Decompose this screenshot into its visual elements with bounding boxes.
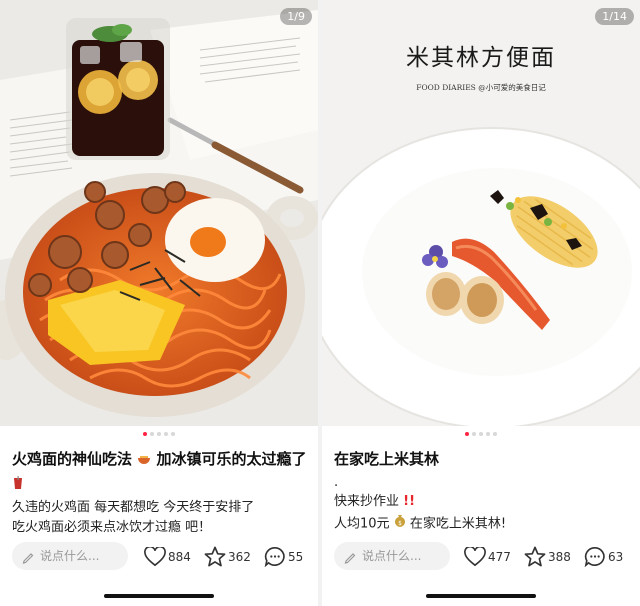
post-card-2: 米其林方便面 FOOD DIARIES @小可爱的美食日记 1/14 在家吃上米… <box>322 0 640 606</box>
post-image-2[interactable]: 米其林方便面 FOOD DIARIES @小可爱的美食日记 1/14 <box>322 0 640 426</box>
comment-input[interactable]: 说点什么... <box>12 542 128 570</box>
post-footer: 说点什么... 477 388 63 <box>322 536 640 576</box>
post-title: 在家吃上米其林 <box>334 450 440 468</box>
carousel-dot <box>486 432 490 436</box>
drink-cup-icon <box>12 476 24 498</box>
post-body-line-1: 久违的火鸡面 每天都想吃 今天终于安排了 <box>12 499 255 515</box>
pencil-icon <box>22 542 34 580</box>
image-subtitle: FOOD DIARIES @小可爱的美食日记 <box>416 83 546 92</box>
comment-count: 63 <box>608 549 624 564</box>
like-count: 477 <box>488 549 511 564</box>
collect-button[interactable]: 362 <box>204 544 251 569</box>
carousel-dot <box>157 432 161 436</box>
heart-icon <box>144 545 166 566</box>
noodle-bowl-icon <box>137 451 151 469</box>
money-bag-icon: $ <box>394 513 406 535</box>
like-count: 884 <box>168 549 191 564</box>
collect-count: 362 <box>228 549 251 564</box>
post-body: . 快来抄作业 !! 人均10元 $ 在家吃上米其林! <box>334 474 506 536</box>
post-body-line-4: 在家吃上米其林! <box>409 516 507 532</box>
carousel-dot-active <box>465 432 469 436</box>
comment-button[interactable]: 55 <box>264 544 303 569</box>
pencil-icon <box>344 542 356 580</box>
post-title-suffix: 加冰镇可乐的太过瘾了 <box>156 450 307 468</box>
image-counter: 1/14 <box>595 8 634 25</box>
post-title: 火鸡面的神仙吃法 加冰镇可乐的太过瘾了 <box>12 448 307 469</box>
fire-noodle-photo <box>0 0 318 426</box>
image-counter: 1/9 <box>280 8 312 25</box>
post-title-text: 火鸡面的神仙吃法 <box>12 450 133 468</box>
post-body: 久违的火鸡面 每天都想吃 今天终于安排了 吃火鸡面必须来点冰饮才过瘾 吧！ <box>12 476 254 539</box>
like-button[interactable]: 884 <box>144 544 191 569</box>
comment-input[interactable]: 说点什么... <box>334 542 450 570</box>
chat-bubble-icon <box>584 547 605 568</box>
carousel-dot <box>493 432 497 436</box>
double-exclamation-icon: !! <box>403 494 416 509</box>
like-button[interactable]: 477 <box>464 544 511 569</box>
home-indicator <box>426 594 536 598</box>
post-body-line-2: 快来抄作业 <box>334 494 400 509</box>
heart-icon <box>464 545 486 566</box>
post-card-1: 1/9 火鸡面的神仙吃法 加冰镇可乐的太过瘾了 久违的火鸡面 每天都想吃 今天终… <box>0 0 318 606</box>
post-footer: 说点什么... 884 362 55 <box>0 536 318 576</box>
svg-text:$: $ <box>398 520 402 527</box>
home-indicator <box>104 594 214 598</box>
comment-button[interactable]: 63 <box>584 544 623 569</box>
post-image-1[interactable]: 1/9 <box>0 0 318 426</box>
post-body-line-1: . <box>334 475 339 490</box>
carousel-dot <box>479 432 483 436</box>
collect-button[interactable]: 388 <box>524 544 571 569</box>
chat-bubble-icon <box>264 547 285 568</box>
post-body-line-3: 人均10元 <box>334 516 390 532</box>
collect-count: 388 <box>548 549 571 564</box>
star-icon <box>204 546 226 567</box>
carousel-dot <box>171 432 175 436</box>
carousel-dot <box>164 432 168 436</box>
carousel-dot <box>150 432 154 436</box>
star-icon <box>524 546 546 567</box>
carousel-dot-active <box>143 432 147 436</box>
comment-placeholder: 说点什么... <box>362 549 422 563</box>
carousel-dots <box>0 432 318 436</box>
carousel-dot <box>472 432 476 436</box>
comment-placeholder: 说点什么... <box>40 549 100 563</box>
comment-count: 55 <box>288 549 304 564</box>
carousel-dots <box>322 432 640 436</box>
image-title: 米其林方便面 <box>406 45 556 71</box>
